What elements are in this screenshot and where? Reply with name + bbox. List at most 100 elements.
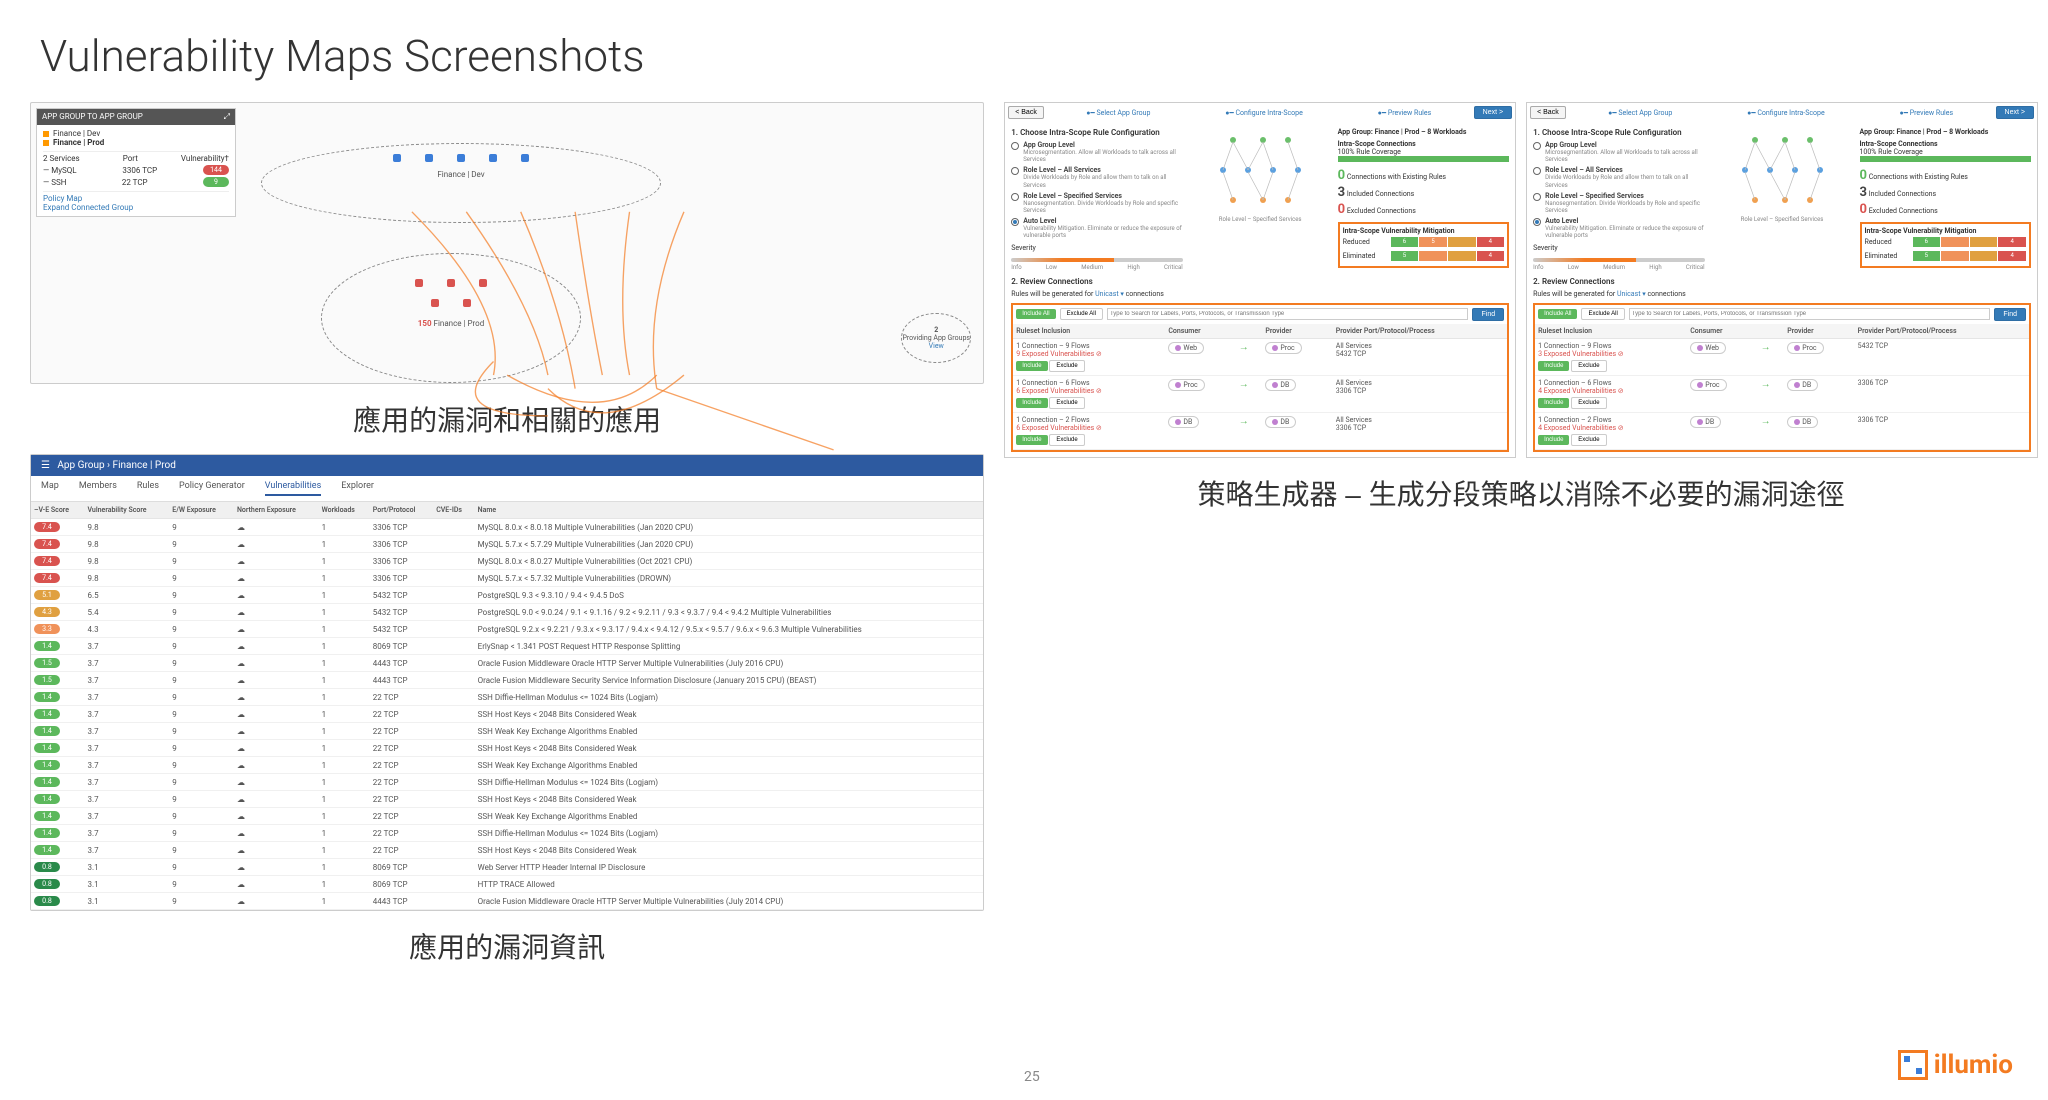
exclude-button[interactable]: Exclude: [1049, 397, 1084, 409]
include-all-button[interactable]: Include All: [1016, 309, 1055, 319]
find-button[interactable]: Find: [1472, 308, 1504, 321]
radio-option[interactable]: Role Level – All ServicesDivide Workload…: [1011, 166, 1182, 188]
radio-option[interactable]: Role Level – Specified ServicesNanosegme…: [1011, 192, 1182, 214]
include-all-button[interactable]: Include All: [1538, 309, 1577, 319]
vuln-row[interactable]: 1.43.79122 TCPSSH Weak Key Exchange Algo…: [31, 757, 983, 774]
exclude-button[interactable]: Exclude: [1571, 434, 1606, 446]
vuln-row[interactable]: 1.43.79122 TCPSSH Host Keys < 2048 Bits …: [31, 842, 983, 859]
include-button[interactable]: Include: [1016, 361, 1047, 371]
back-button[interactable]: < Back: [1530, 106, 1566, 119]
vuln-row[interactable]: 1.43.79122 TCPSSH Diffie-Hellman Modulus…: [31, 825, 983, 842]
cloud-icon: [237, 557, 245, 566]
vuln-row[interactable]: 7.49.8913306 TCPMySQL 8.0.x < 8.0.27 Mul…: [31, 553, 983, 570]
slide-title: Vulnerability Maps Screenshots: [40, 30, 2018, 82]
vuln-row[interactable]: 0.83.1918069 TCPHTTP TRACE Allowed: [31, 876, 983, 893]
vuln-row[interactable]: 1.43.79122 TCPSSH Weak Key Exchange Algo…: [31, 723, 983, 740]
caption-policy: 策略生成器 – 生成分段策略以消除不必要的漏洞途徑: [1004, 473, 2038, 513]
cloud-icon: [237, 625, 245, 634]
map-legend: APP GROUP TO APP GROUP⤢ Finance | Dev Fi…: [36, 108, 236, 217]
expand-group-link[interactable]: Expand Connected Group: [43, 203, 229, 212]
vulnerability-table-panel: ☰ App Group › Finance | Prod Map Members R…: [30, 454, 984, 911]
vuln-row[interactable]: 1.43.79122 TCPSSH Host Keys < 2048 Bits …: [31, 791, 983, 808]
include-button[interactable]: Include: [1538, 398, 1569, 408]
cloud-icon: [237, 897, 245, 906]
cloud-icon: [237, 812, 245, 821]
include-button[interactable]: Include: [1538, 361, 1569, 371]
vuln-row[interactable]: 1.43.79122 TCPSSH Diffie-Hellman Modulus…: [31, 689, 983, 706]
cloud-icon: [237, 540, 245, 549]
policy-wizard-0: < Back ●━ Select App Group●━ Configure I…: [1004, 102, 1516, 458]
expand-icon[interactable]: ⤢: [224, 112, 230, 122]
vuln-row[interactable]: 1.43.79122 TCPSSH Diffie-Hellman Modulus…: [31, 774, 983, 791]
providing-groups-node[interactable]: 2Providing App GroupsView: [901, 313, 971, 363]
cloud-icon: [237, 829, 245, 838]
cloud-icon: [237, 523, 245, 532]
app-group-prod-oval: 150 Finance | Prod: [321, 253, 581, 383]
caption-table: 應用的漏洞資訊: [30, 926, 984, 966]
breadcrumb-bar: ☰ App Group › Finance | Prod: [31, 455, 983, 476]
cloud-icon: [237, 795, 245, 804]
policy-map-link[interactable]: Policy Map: [43, 194, 229, 203]
vuln-row[interactable]: 1.43.79122 TCPSSH Host Keys < 2048 Bits …: [31, 706, 983, 723]
next-button[interactable]: Next >: [1996, 106, 2034, 119]
vuln-row[interactable]: 7.49.8913306 TCPMySQL 8.0.x < 8.0.18 Mul…: [31, 519, 983, 536]
legend-env-prod: Finance | Prod: [53, 138, 104, 147]
tab-rules[interactable]: Rules: [137, 481, 159, 496]
policy-wizard-1: < Back ●━ Select App Group●━ Configure I…: [1526, 102, 2038, 458]
vuln-row[interactable]: 0.83.1914443 TCPOracle Fusion Middleware…: [31, 893, 983, 910]
search-input[interactable]: [1107, 308, 1469, 320]
include-button[interactable]: Include: [1538, 435, 1569, 445]
vulnerability-table: –V-E ScoreVulnerability ScoreE/W Exposur…: [31, 502, 983, 910]
exclude-all-button[interactable]: Exclude All: [1060, 308, 1103, 320]
cloud-icon: [237, 642, 245, 651]
radio-option[interactable]: Role Level – All ServicesDivide Workload…: [1533, 166, 1704, 188]
cloud-icon: [237, 659, 245, 668]
exclude-button[interactable]: Exclude: [1049, 360, 1084, 372]
illumio-logo: illumio: [1898, 1050, 2013, 1080]
back-button[interactable]: < Back: [1008, 106, 1044, 119]
cloud-icon: [237, 744, 245, 753]
radio-option[interactable]: App Group LevelMicrosegmentation. Allow …: [1011, 141, 1182, 163]
exclude-button[interactable]: Exclude: [1571, 360, 1606, 372]
exclude-button[interactable]: Exclude: [1049, 434, 1084, 446]
vuln-row[interactable]: 1.53.7914443 TCPOracle Fusion Middleware…: [31, 655, 983, 672]
include-button[interactable]: Include: [1016, 398, 1047, 408]
vuln-row[interactable]: 1.43.79122 TCPSSH Host Keys < 2048 Bits …: [31, 740, 983, 757]
cloud-icon: [237, 880, 245, 889]
vuln-row[interactable]: 1.53.7914443 TCPOracle Fusion Middleware…: [31, 672, 983, 689]
search-input[interactable]: [1629, 308, 1991, 320]
cloud-icon: [237, 863, 245, 872]
cloud-icon: [237, 846, 245, 855]
radio-option[interactable]: Auto LevelVulnerability Mitigation. Elim…: [1533, 217, 1704, 239]
cloud-icon: [237, 727, 245, 736]
tab-explorer[interactable]: Explorer: [341, 481, 374, 496]
cloud-icon: [237, 591, 245, 600]
vuln-row[interactable]: 3.34.3915432 TCPPostgreSQL 9.2.x < 9.2.2…: [31, 621, 983, 638]
vuln-row[interactable]: 1.43.79122 TCPSSH Weak Key Exchange Algo…: [31, 808, 983, 825]
vuln-row[interactable]: 5.16.5915432 TCPPostgreSQL 9.3 < 9.3.10 …: [31, 587, 983, 604]
caption-map: 應用的漏洞和相關的應用: [30, 399, 984, 439]
radio-option[interactable]: App Group LevelMicrosegmentation. Allow …: [1533, 141, 1704, 163]
tab-members[interactable]: Members: [79, 481, 117, 496]
tabs: Map Members Rules Policy Generator Vulnerabi…: [31, 476, 983, 502]
exclude-all-button[interactable]: Exclude All: [1581, 308, 1624, 320]
vuln-row[interactable]: 4.35.4915432 TCPPostgreSQL 9.0 < 9.0.24 …: [31, 604, 983, 621]
next-button[interactable]: Next >: [1474, 106, 1512, 119]
vuln-row[interactable]: 7.49.8913306 TCPMySQL 5.7.x < 5.7.32 Mul…: [31, 570, 983, 587]
vuln-row[interactable]: 1.43.7918069 TCPErlySnap < 1.341 POST Re…: [31, 638, 983, 655]
radio-option[interactable]: Role Level – Specified ServicesNanosegme…: [1533, 192, 1704, 214]
exclude-button[interactable]: Exclude: [1571, 397, 1606, 409]
cloud-icon: [237, 676, 245, 685]
tab-map[interactable]: Map: [41, 481, 59, 496]
include-button[interactable]: Include: [1016, 435, 1047, 445]
radio-option[interactable]: Auto LevelVulnerability Mitigation. Elim…: [1011, 217, 1182, 239]
vuln-row[interactable]: 0.83.1918069 TCPWeb Server HTTP Header I…: [31, 859, 983, 876]
tab-policy-generator[interactable]: Policy Generator: [179, 481, 245, 496]
tab-vulnerabilities[interactable]: Vulnerabilities: [265, 481, 321, 496]
vulnerability-map-panel: APP GROUP TO APP GROUP⤢ Finance | Dev Fi…: [30, 102, 984, 384]
logo-icon: [1898, 1050, 1928, 1080]
cloud-icon: [237, 761, 245, 770]
find-button[interactable]: Find: [1994, 308, 2026, 321]
cloud-icon: [237, 574, 245, 583]
vuln-row[interactable]: 7.49.8913306 TCPMySQL 5.7.x < 5.7.29 Mul…: [31, 536, 983, 553]
